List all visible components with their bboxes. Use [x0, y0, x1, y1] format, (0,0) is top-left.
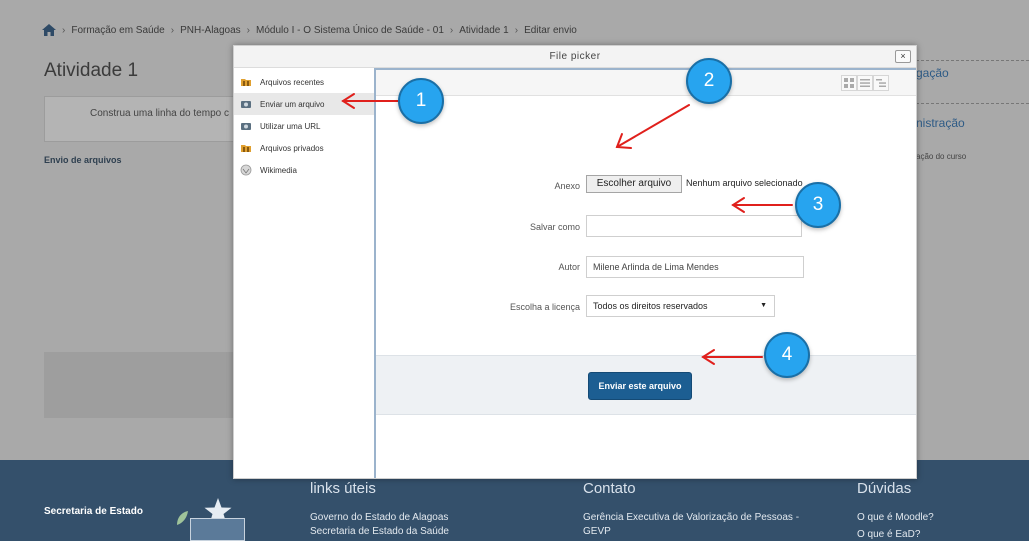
footer-contact: GEVP [583, 526, 611, 537]
footer-doubts-title: Dúvidas [857, 480, 912, 497]
dialog-header: File picker × [234, 46, 916, 68]
breadcrumb-item[interactable]: Módulo I - O Sistema Único de Saúde - 01 [256, 25, 444, 36]
list-view-button[interactable] [857, 75, 873, 91]
footer-link[interactable]: Governo do Estado de Alagoas [310, 512, 448, 523]
license-select[interactable]: Todos os direitos reservados ▼ [586, 295, 775, 317]
footer-contact: Gerência Executiva de Valorização de Pes… [583, 512, 800, 523]
sidebar-item-private-files[interactable]: Arquivos privados [234, 137, 374, 159]
icons-view-button[interactable] [841, 75, 857, 91]
content-panel [44, 352, 240, 418]
caret-down-icon: ▼ [760, 302, 767, 309]
breadcrumb-item: Editar envio [524, 24, 577, 36]
no-file-selected-text: Nenhum arquivo selecionado [686, 178, 803, 188]
sidebar-item-wikimedia[interactable]: Wikimedia [234, 159, 374, 181]
save-as-input[interactable] [586, 215, 802, 237]
dialog-title: File picker [549, 51, 601, 62]
sidebar-item-label: Enviar um arquivo [260, 99, 325, 109]
breadcrumb-item[interactable]: Atividade 1 [459, 25, 508, 36]
divider [916, 103, 1029, 104]
navigation-block-title: gação [916, 66, 949, 80]
activity-description-box [44, 96, 240, 142]
breadcrumb: › Formação em Saúde › PNH-Alagoas › Módulo … [42, 22, 577, 38]
footer-faq-link[interactable]: O que é Moodle? [857, 512, 934, 523]
url-icon [241, 123, 251, 130]
picker-toolbar [376, 70, 916, 96]
view-switcher [841, 75, 889, 91]
callout-step-1: 1 [398, 78, 444, 124]
state-crest [190, 518, 245, 541]
close-button[interactable]: × [895, 50, 911, 63]
tree-icon [876, 79, 886, 87]
picker-content: Anexo Escolher arquivo Nenhum arquivo se… [374, 68, 916, 478]
callout-step-4: 4 [764, 332, 810, 378]
sidebar-item-label: Arquivos privados [260, 143, 324, 153]
footer-links-title: links úteis [310, 480, 376, 497]
repository-sidebar: Arquivos recentes Enviar um arquivo Util… [234, 68, 374, 478]
sidebar-item-label: Wikimedia [260, 165, 297, 175]
author-label: Autor [558, 262, 580, 272]
callout-step-3: 3 [795, 182, 841, 228]
attachment-label: Anexo [554, 181, 580, 191]
administration-block-title: nistração [916, 116, 965, 130]
author-input[interactable]: Milene Arlinda de Lima Mendes [586, 256, 804, 278]
license-selected-value: Todos os direitos reservados [593, 301, 708, 311]
tree-view-button[interactable] [873, 75, 889, 91]
upload-icon [241, 101, 251, 108]
sidebar-item-use-url[interactable]: Utilizar uma URL [234, 115, 374, 137]
home-icon[interactable] [42, 24, 56, 36]
footer-link[interactable]: Secretaria de Estado da Saúde [310, 526, 449, 537]
page-title: Atividade 1 [44, 60, 139, 81]
wikimedia-icon [240, 164, 252, 176]
list-icon [860, 79, 870, 87]
activity-description: Construa uma linha do tempo c [90, 108, 229, 119]
sidebar-item-label: Utilizar uma URL [260, 121, 321, 131]
footer-faq-link[interactable]: O que é EaD? [857, 529, 920, 540]
upload-file-button[interactable]: Enviar este arquivo [588, 372, 692, 400]
license-label: Escolha a licença [509, 302, 580, 312]
callout-step-2: 2 [686, 58, 732, 104]
breadcrumb-item[interactable]: PNH-Alagoas [180, 25, 241, 36]
leaf-icon [177, 511, 188, 525]
sidebar-item-upload-file[interactable]: Enviar um arquivo [234, 93, 374, 115]
private-files-icon [241, 145, 251, 152]
course-admin-link[interactable]: ação do curso [916, 152, 966, 161]
grid-icon [844, 78, 854, 88]
secretaria-logo: Secretaria de Estado [44, 506, 143, 517]
choose-file-button[interactable]: Escolher arquivo [586, 175, 682, 193]
sidebar-item-recent-files[interactable]: Arquivos recentes [234, 71, 374, 93]
breadcrumb-item[interactable]: Formação em Saúde [71, 25, 164, 36]
footer-contact-title: Contato [583, 480, 636, 497]
recent-files-icon [241, 79, 251, 86]
sidebar-item-label: Arquivos recentes [260, 77, 325, 87]
submission-label: Envio de arquivos [44, 155, 122, 165]
divider [916, 60, 1029, 61]
save-as-label: Salvar como [529, 222, 580, 232]
file-picker-dialog: File picker × Arquivos recentes Enviar u… [233, 45, 917, 479]
